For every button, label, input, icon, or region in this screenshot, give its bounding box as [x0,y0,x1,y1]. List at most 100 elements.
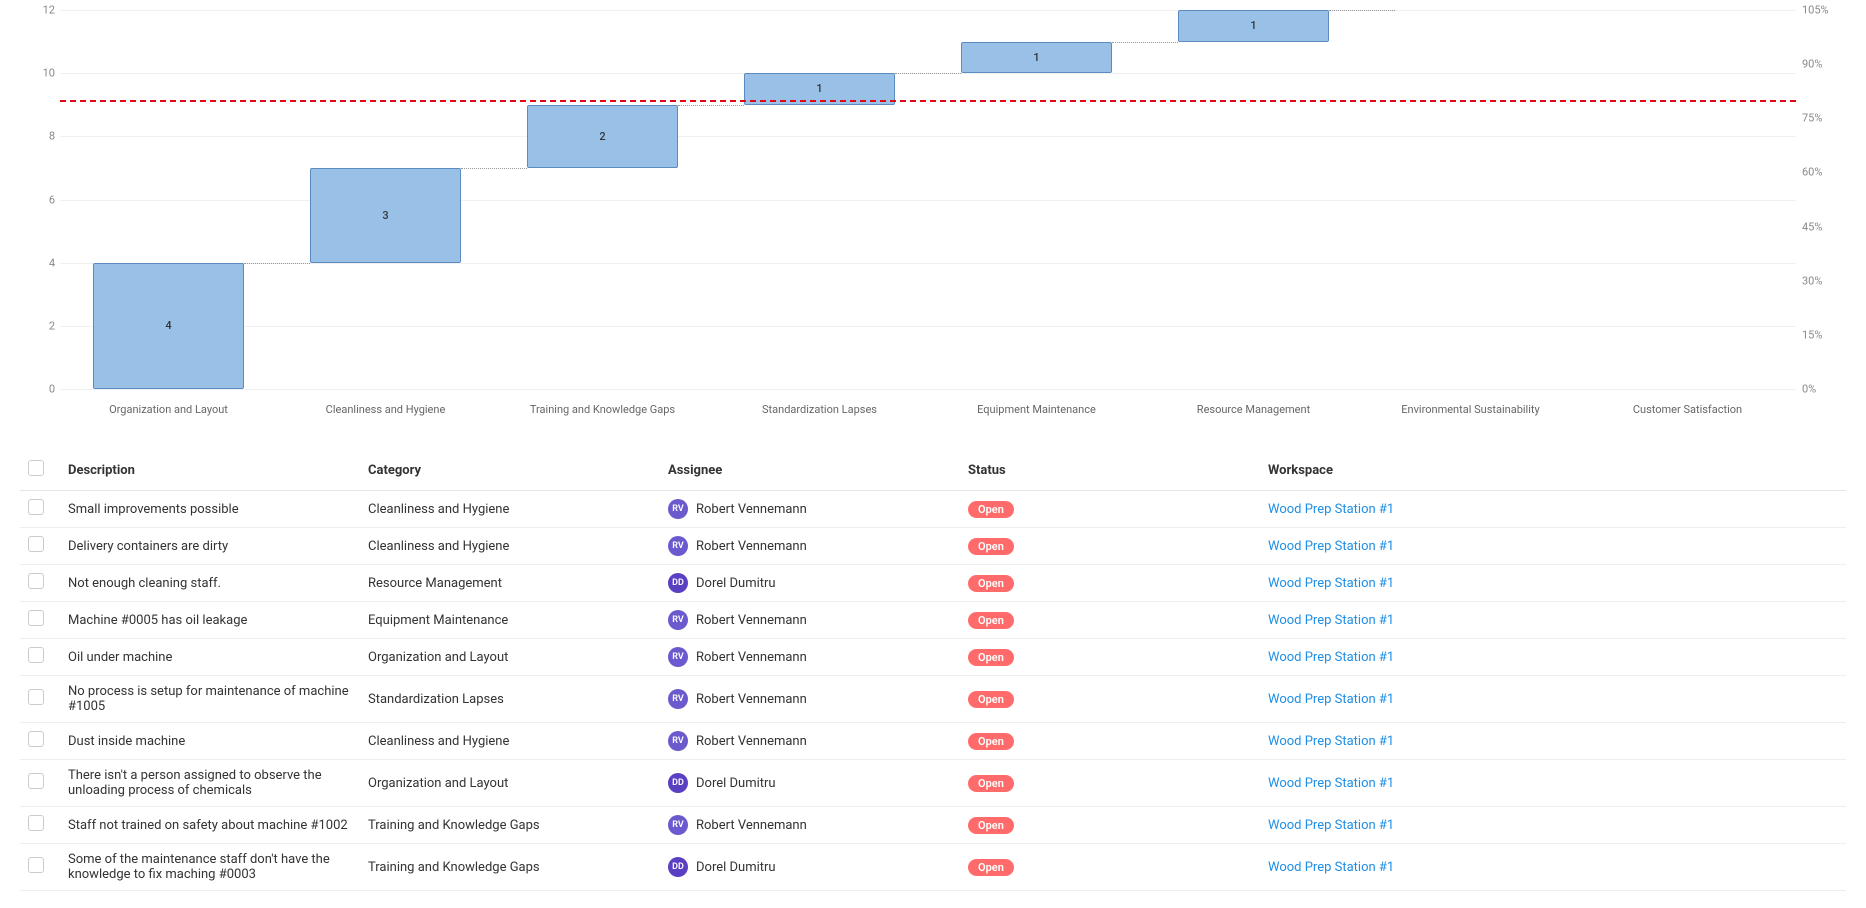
cell-workspace: Wood Prep Station #1 [1260,528,1846,565]
row-checkbox[interactable] [28,499,44,515]
status-badge[interactable]: Open [968,612,1014,629]
cell-assignee: RV Robert Vennemann [660,676,960,723]
status-badge[interactable]: Open [968,649,1014,666]
assignee-name: Robert Vennemann [696,650,807,665]
cell-description: Some of the maintenance staff don't have… [60,844,360,891]
y-right-tick-label: 60% [1802,166,1844,179]
row-checkbox[interactable] [28,815,44,831]
status-badge[interactable]: Open [968,859,1014,876]
workspace-link[interactable]: Wood Prep Station #1 [1268,776,1394,791]
row-checkbox[interactable] [28,857,44,873]
cell-assignee: RVRobert Vennemann [660,807,960,844]
row-checkbox[interactable] [28,689,44,705]
workspace-link[interactable]: Wood Prep Station #1 [1268,613,1394,628]
workspace-link[interactable]: Wood Prep Station #1 [1268,650,1394,665]
avatar[interactable]: RV [668,499,688,519]
cell-assignee: RV Robert Vennemann [660,602,960,639]
assignee-name: Robert Vennemann [696,734,807,749]
pareto-chart: 0246810120%15%30%45%60%75%90%105%432111 … [20,10,1846,420]
row-checkbox[interactable] [28,536,44,552]
x-tick-label: Equipment Maintenance [928,395,1145,416]
cell-status: Open [960,528,1260,565]
select-all-checkbox[interactable] [28,460,44,476]
table-row: Dust inside machineCleanliness and Hygie… [20,723,1846,760]
status-badge[interactable]: Open [968,691,1014,708]
y-left-tick-label: 4 [30,256,55,269]
assignee-name: Robert Vennemann [696,692,807,707]
cell-assignee: DD Dorel Dumitru [660,565,960,602]
avatar[interactable]: RV [668,536,688,556]
avatar[interactable]: DD [668,857,688,877]
cell-status: Open [960,602,1260,639]
chart-bar[interactable]: 1 [1178,10,1330,42]
cell-category: Training and Knowledge Gaps [360,807,660,844]
y-right-tick-label: 30% [1802,274,1844,287]
workspace-link[interactable]: Wood Prep Station #1 [1268,502,1394,517]
cell-description: Small improvements possible [60,491,360,528]
workspace-link[interactable]: Wood Prep Station #1 [1268,734,1394,749]
assignee-name: Dorel Dumitru [696,576,776,591]
cell-assignee: DD Dorel Dumitru [660,760,960,807]
row-checkbox[interactable] [28,610,44,626]
table-row: Staff not trained on safety about machin… [20,807,1846,844]
table-row: Small improvements possibleCleanliness a… [20,491,1846,528]
avatar[interactable]: RV [668,647,688,667]
header-description[interactable]: Description [60,450,360,491]
status-badge[interactable]: Open [968,733,1014,750]
workspace-link[interactable]: Wood Prep Station #1 [1268,692,1394,707]
y-left-tick-label: 6 [30,193,55,206]
workspace-link[interactable]: Wood Prep Station #1 [1268,576,1394,591]
workspace-link[interactable]: Wood Prep Station #1 [1268,860,1394,875]
chart-bar[interactable]: 2 [527,105,679,168]
chart-connector [1112,42,1177,43]
row-checkbox[interactable] [28,773,44,789]
y-left-tick-label: 12 [30,4,55,17]
cell-description: Delivery containers are dirty [60,528,360,565]
avatar[interactable]: RV [668,731,688,751]
cell-workspace: Wood Prep Station #1 [1260,844,1846,891]
chart-connector [461,168,526,169]
reference-line [60,100,1796,102]
y-right-tick-label: 0% [1802,383,1844,396]
avatar[interactable]: RV [668,689,688,709]
header-status[interactable]: Status [960,450,1260,491]
x-tick-label: Cleanliness and Hygiene [277,395,494,416]
chart-bar-slot [1579,10,1796,389]
chart-x-axis: Organization and LayoutCleanliness and H… [60,395,1796,416]
table-header-row: Description Category Assignee Status Wor… [20,450,1846,491]
cell-status: Open [960,565,1260,602]
workspace-link[interactable]: Wood Prep Station #1 [1268,818,1394,833]
assignee-name: Robert Vennemann [696,613,807,628]
avatar[interactable]: RV [668,815,688,835]
table-row: No process is setup for maintenance of m… [20,676,1846,723]
x-tick-label: Training and Knowledge Gaps [494,395,711,416]
row-checkbox[interactable] [28,573,44,589]
cell-category: Standardization Lapses [360,676,660,723]
chart-bar[interactable]: 1 [961,42,1113,74]
workspace-link[interactable]: Wood Prep Station #1 [1268,539,1394,554]
status-badge[interactable]: Open [968,501,1014,518]
header-assignee[interactable]: Assignee [660,450,960,491]
status-badge[interactable]: Open [968,538,1014,555]
avatar[interactable]: DD [668,773,688,793]
row-checkbox[interactable] [28,731,44,747]
chart-connector [244,263,309,264]
chart-bar-slot: 1 [928,10,1145,389]
status-badge[interactable]: Open [968,817,1014,834]
assignee-name: Dorel Dumitru [696,776,776,791]
avatar[interactable]: DD [668,573,688,593]
chart-bar[interactable]: 3 [310,168,462,263]
chart-bar-slot: 1 [711,10,928,389]
x-tick-label: Environmental Sustainability [1362,395,1579,416]
header-category[interactable]: Category [360,450,660,491]
chart-bars: 432111 [60,10,1796,389]
status-badge[interactable]: Open [968,575,1014,592]
chart-bar[interactable]: 4 [93,263,245,389]
avatar[interactable]: RV [668,610,688,630]
status-badge[interactable]: Open [968,775,1014,792]
cell-status: Open [960,723,1260,760]
row-checkbox[interactable] [28,647,44,663]
header-workspace[interactable]: Workspace [1260,450,1846,491]
cell-workspace: Wood Prep Station #1 [1260,723,1846,760]
cell-category: Cleanliness and Hygiene [360,491,660,528]
